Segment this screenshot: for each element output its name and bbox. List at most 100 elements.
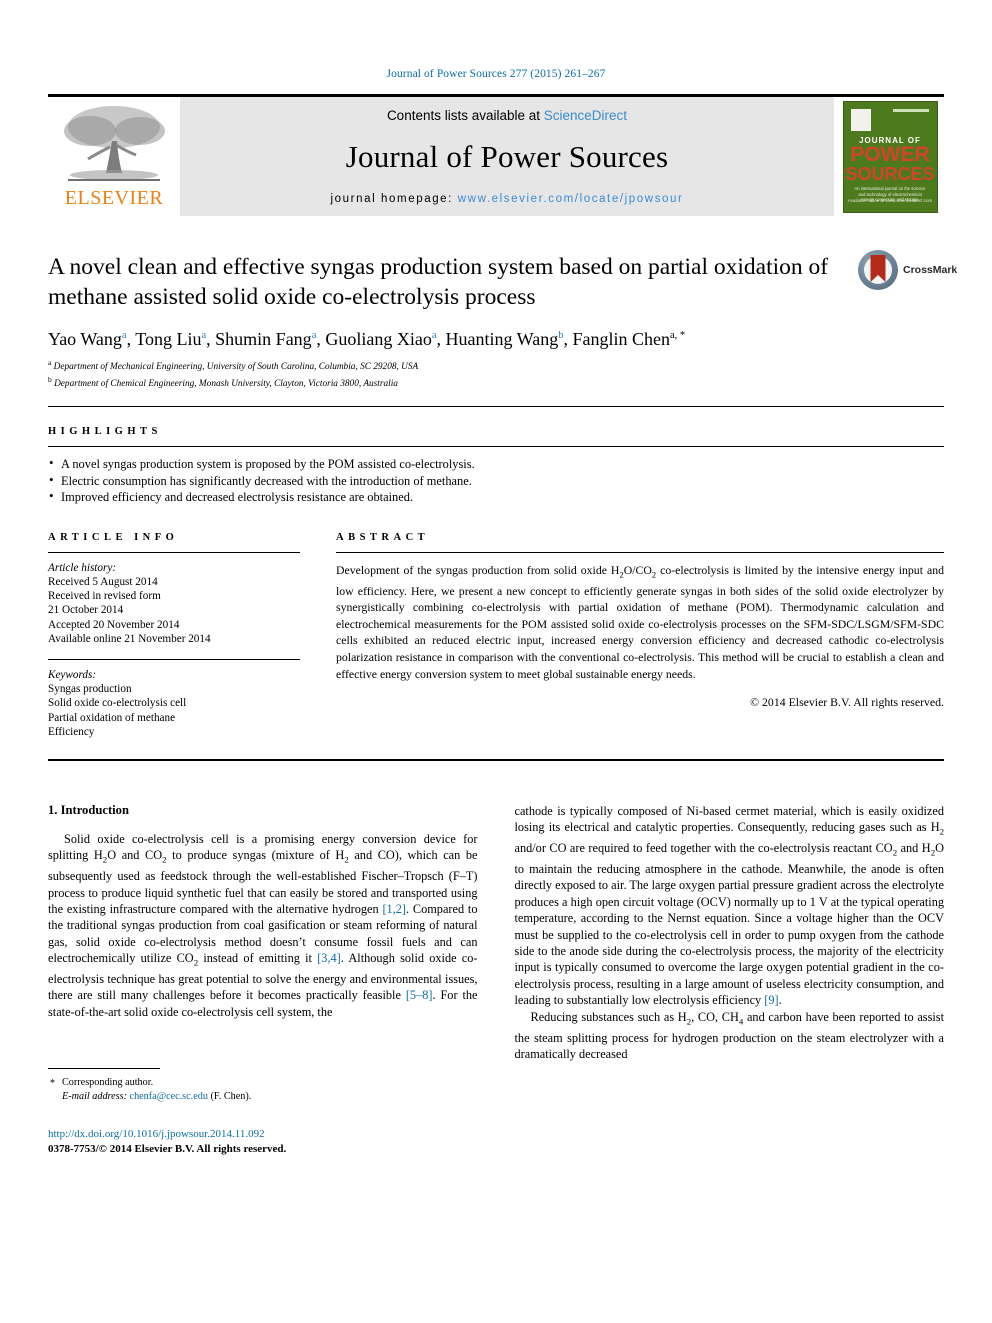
abstract-heading: ABSTRACT	[336, 531, 430, 543]
history-item: Accepted 20 November 2014	[48, 618, 180, 631]
history-item: Received in revised form	[48, 590, 161, 603]
affiliation-list: a Department of Mechanical Engineering, …	[48, 357, 944, 390]
history-item: 21 October 2014	[48, 604, 124, 617]
cover-topline	[892, 109, 929, 112]
homepage-url-link[interactable]: www.elsevier.com/locate/jpowsour	[458, 193, 684, 205]
abstract-copyright: © 2014 Elsevier B.V. All rights reserved…	[750, 695, 944, 710]
cover-sources: SOURCES	[845, 164, 935, 184]
issn-number: 0378-7753/	[48, 1142, 99, 1155]
author-affil-mark: a	[201, 330, 207, 341]
divider-after-abstract	[48, 758, 944, 761]
title-block: CrossMark A novel clean and effective sy…	[48, 250, 957, 390]
article-info-section: ARTICLE INFO Article history: Received 5…	[48, 532, 300, 739]
issn-copyright-line: 0378-7753/© 2014 Elsevier B.V. All right…	[48, 1142, 478, 1157]
author-name[interactable]: Shumin Fang	[215, 329, 312, 349]
affiliation-text: Department of Chemical Engineering, Mona…	[54, 378, 398, 389]
keyword-item: Partial oxidation of methane	[48, 711, 176, 724]
paragraph: Solid oxide co-electrolysis cell is a pr…	[48, 831, 478, 1020]
author-name[interactable]: Yao Wang	[48, 329, 122, 349]
info-abstract-row: ARTICLE INFO Article history: Received 5…	[48, 532, 944, 739]
abstract-text: Development of the syngas production fro…	[336, 562, 944, 683]
author-affil-mark: a	[431, 330, 437, 341]
elsevier-wordmark: ELSEVIER	[64, 187, 164, 209]
author-name[interactable]: Tong Liu	[135, 329, 201, 349]
article-history-label: Article history:	[48, 561, 117, 574]
doi-block: http://dx.doi.org/10.1016/j.jpowsour.201…	[48, 1127, 478, 1156]
author-name[interactable]: Fanglin Chen	[572, 329, 670, 349]
abstract-fragment: co-electrolysis is limited by the intens…	[336, 562, 944, 681]
history-item: Received 5 August 2014	[48, 575, 158, 588]
paragraph-fragment: O and CO	[107, 848, 163, 863]
divider-after-title	[48, 406, 944, 408]
paragraph-fragment: O to maintain the reducing atmosphere in…	[514, 841, 945, 1008]
affiliation-mark: a	[48, 358, 52, 367]
paragraph-fragment: and H	[897, 841, 931, 856]
journal-title: Journal of Power Sources	[345, 139, 669, 174]
article-info-divider	[48, 551, 300, 553]
citation-link[interactable]: [3,4]	[317, 951, 341, 965]
citation-link[interactable]: [9]	[764, 993, 778, 1007]
paragraph-fragment: , CO, CH	[691, 1009, 739, 1024]
homepage-label: journal homepage:	[330, 193, 453, 205]
paper-page: Journal of Power Sources 277 (2015) 261–…	[0, 0, 992, 1323]
journal-masthead: ELSEVIER Contents lists available at Sci…	[48, 94, 944, 216]
author-affil-mark: b	[558, 330, 564, 341]
citation-link[interactable]: [5–8]	[406, 988, 433, 1002]
highlights-section: HIGHLIGHTS A novel syngas production sys…	[48, 426, 944, 506]
email-link[interactable]: chenfa@cec.sc.edu	[130, 1091, 208, 1102]
affiliation-item: a Department of Mechanical Engineering, …	[48, 357, 944, 374]
body-columns: 1. Introduction Solid oxide co-electroly…	[48, 803, 944, 1156]
keywords-divider	[48, 658, 300, 660]
paragraph-fragment: instead of emitting it	[198, 951, 318, 966]
author-name[interactable]: Huanting Wang	[446, 329, 559, 349]
email-label: E-mail address:	[62, 1091, 127, 1103]
sciencedirect-link[interactable]: ScienceDirect	[544, 108, 627, 123]
keywords-block: Keywords: Syngas production Solid oxide …	[48, 668, 300, 739]
list-item: A novel syngas production system is prop…	[48, 455, 944, 473]
author-affil-mark: a	[121, 330, 127, 341]
affiliation-item: b Department of Chemical Engineering, Mo…	[48, 374, 944, 391]
cover-power: POWER	[850, 143, 930, 166]
abstract-section: ABSTRACT Development of the syngas produ…	[336, 532, 944, 739]
crossmark-badge[interactable]: CrossMark	[858, 248, 957, 292]
abstract-fragment: Development of the syngas production fro…	[336, 562, 620, 577]
abstract-fragment: O/CO	[623, 562, 652, 577]
footnote-block: * Corresponding author. E-mail address: c…	[48, 1068, 478, 1104]
section-heading-introduction: 1. Introduction	[48, 802, 129, 817]
running-head: Journal of Power Sources 277 (2015) 261–…	[386, 68, 606, 80]
journal-homepage-line: journal homepage: www.elsevier.com/locat…	[331, 193, 684, 205]
elsevier-logo: ELSEVIER	[48, 97, 180, 216]
subscript: 2	[939, 826, 944, 837]
body-column-right: cathode is typically composed of Ni-base…	[515, 803, 945, 1156]
keyword-item: Efficiency	[48, 725, 95, 738]
author-list: Yao Wanga, Tong Liua, Shumin Fanga, Guol…	[48, 329, 686, 349]
list-item: Electric consumption has significantly d…	[48, 472, 944, 490]
masthead-center: Contents lists available at ScienceDirec…	[180, 97, 834, 216]
highlights-heading: HIGHLIGHTS	[48, 426, 162, 438]
author-name[interactable]: Guoliang Xiao	[325, 329, 431, 349]
paragraph: Reducing substances such as H2, CO, CH4 …	[515, 1009, 945, 1063]
cover-footer: Available online at www.sciencedirect.co…	[847, 198, 933, 203]
abstract-divider	[336, 551, 944, 553]
paragraph-fragment: to produce syngas (mixture of H	[166, 848, 345, 863]
journal-cover-thumbnail: JOURNAL OF POWER SOURCES An internationa…	[834, 97, 944, 216]
elsevier-tree-icon	[60, 101, 168, 189]
crossmark-label: CrossMark	[903, 264, 958, 276]
highlights-divider	[48, 446, 944, 448]
issn-copyright: © 2014 Elsevier B.V. All rights reserved…	[98, 1142, 287, 1155]
cover-badge-icon	[850, 109, 871, 131]
keyword-item: Syngas production	[48, 683, 132, 696]
doi-link[interactable]: http://dx.doi.org/10.1016/j.jpowsour.201…	[48, 1127, 478, 1142]
keyword-item: Solid oxide co-electrolysis cell	[48, 697, 187, 710]
affiliation-text: Department of Mechanical Engineering, Un…	[53, 362, 419, 373]
corresponding-author-note: * Corresponding author.	[48, 1076, 478, 1090]
paragraph-fragment: .	[778, 993, 782, 1008]
affiliation-mark: b	[48, 374, 52, 384]
article-history-block: Article history: Received 5 August 2014 …	[48, 561, 300, 646]
citation-link[interactable]: [1,2]	[382, 902, 406, 916]
crossmark-icon	[858, 250, 898, 290]
author-affil-mark: a, *	[669, 330, 686, 341]
highlights-list: A novel syngas production system is prop…	[48, 455, 944, 506]
article-info-heading: ARTICLE INFO	[48, 531, 179, 543]
footnote-divider	[48, 1068, 160, 1070]
